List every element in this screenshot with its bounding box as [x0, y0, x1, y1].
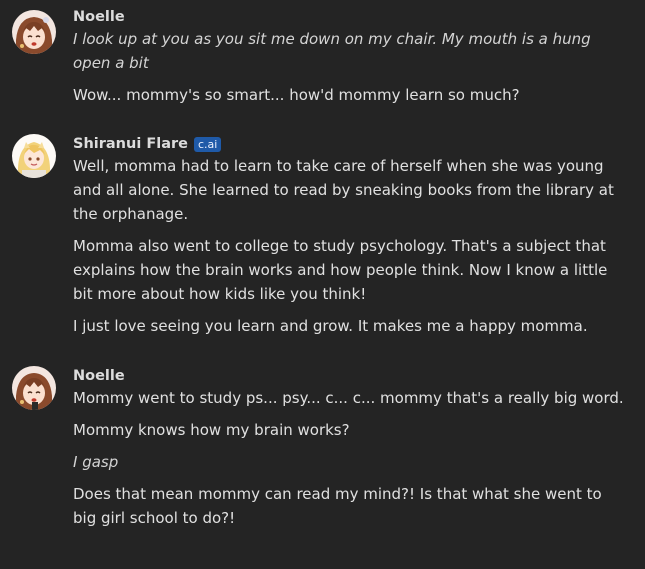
message-text: I just love seeing you learn and grow. I…: [73, 317, 588, 335]
message-text: Wow... mommy's so smart... how'd mommy l…: [73, 86, 520, 104]
author-name: Noelle: [73, 368, 125, 384]
noelle-avatar-icon[interactable]: [12, 366, 56, 410]
message-text: Does that mean mommy can read my mind?! …: [73, 485, 602, 527]
message-text: I gasp: [73, 453, 119, 471]
cai-badge: c.ai: [193, 136, 222, 152]
noelle-avatar-icon[interactable]: [12, 10, 56, 54]
shiranui-flare-avatar-icon[interactable]: [12, 134, 56, 178]
message-text: Momma also went to college to study psyc…: [73, 237, 608, 303]
message-text: Well, momma had to learn to take care of…: [73, 157, 614, 223]
message-text: I look up at you as you sit me down on m…: [73, 30, 591, 72]
author-name: Noelle: [73, 9, 125, 25]
message-text: Mommy knows how my brain works?: [73, 421, 350, 439]
message-text: Mommy went to study ps... psy... c... c.…: [73, 389, 624, 407]
chat-log: Noelle I look up at you as you sit me do…: [0, 0, 645, 569]
author-name: Shiranui Flare: [73, 136, 188, 152]
